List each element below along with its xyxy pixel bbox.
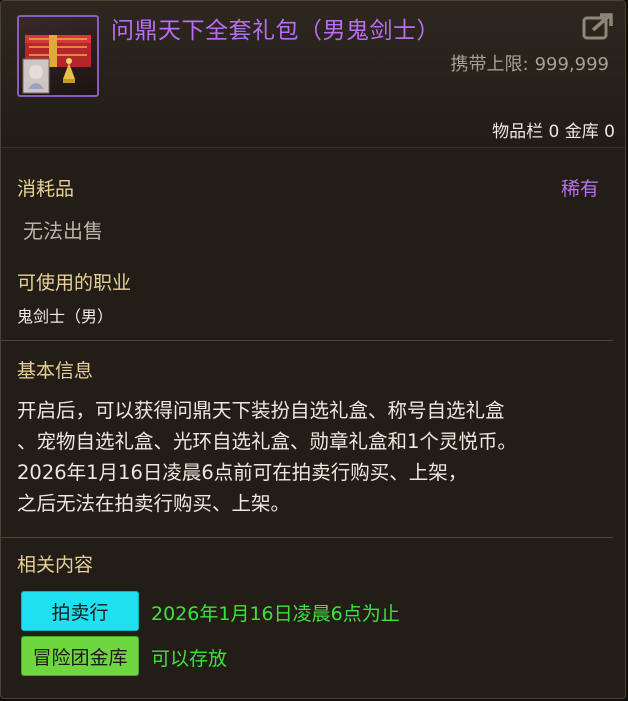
basic-info-title: 基本信息 bbox=[17, 360, 94, 382]
item-tooltip: 问鼎天下全套礼包（男鬼剑士） 携带上限: 999,999 物品栏 0 金库 0 消… bbox=[0, 0, 626, 699]
description-line: 、宠物自选礼盒、光环自选礼盒、勋章礼盒和1个灵悦币。 bbox=[17, 430, 517, 453]
related-section-title: 相关内容 bbox=[17, 554, 94, 576]
adventure-vault-badge[interactable]: 冒险团金库 bbox=[21, 636, 139, 676]
job-section-title: 可使用的职业 bbox=[17, 272, 132, 294]
vault-note: 可以存放 bbox=[151, 648, 228, 670]
item-description: 开启后，可以获得问鼎天下装扮自选礼盒、称号自选礼盒 、宠物自选礼盒、光环自选礼盒… bbox=[17, 395, 613, 519]
carry-limit-label: 携带上限: bbox=[450, 54, 529, 75]
item-rarity: 稀有 bbox=[560, 178, 599, 200]
divider bbox=[1, 537, 613, 538]
description-line: 开启后，可以获得问鼎天下装扮自选礼盒、称号自选礼盒 bbox=[17, 399, 505, 422]
job-value: 鬼剑士（男） bbox=[17, 307, 114, 326]
item-title: 问鼎天下全套礼包（男鬼剑士） bbox=[111, 18, 440, 44]
divider bbox=[1, 340, 613, 341]
auction-note: 2026年1月16日凌晨6点为止 bbox=[151, 603, 400, 625]
carry-limit: 携带上限: 999,999 bbox=[444, 50, 609, 76]
auction-house-badge[interactable]: 拍卖行 bbox=[21, 591, 139, 631]
trade-status: 无法出售 bbox=[23, 219, 103, 243]
carry-limit-value: 999,999 bbox=[534, 54, 609, 75]
description-line: 2026年1月16日凌晨6点前可在拍卖行购买、上架， bbox=[17, 461, 468, 484]
gift-box-icon bbox=[17, 15, 99, 97]
tooltip-header: 问鼎天下全套礼包（男鬼剑士） 携带上限: 999,999 物品栏 0 金库 0 bbox=[1, 1, 625, 148]
storage-count: 物品栏 0 金库 0 bbox=[492, 122, 615, 142]
item-category: 消耗品 bbox=[17, 178, 75, 200]
export-icon[interactable] bbox=[581, 11, 615, 41]
description-line: 之后无法在拍卖行购买、上架。 bbox=[17, 492, 291, 515]
